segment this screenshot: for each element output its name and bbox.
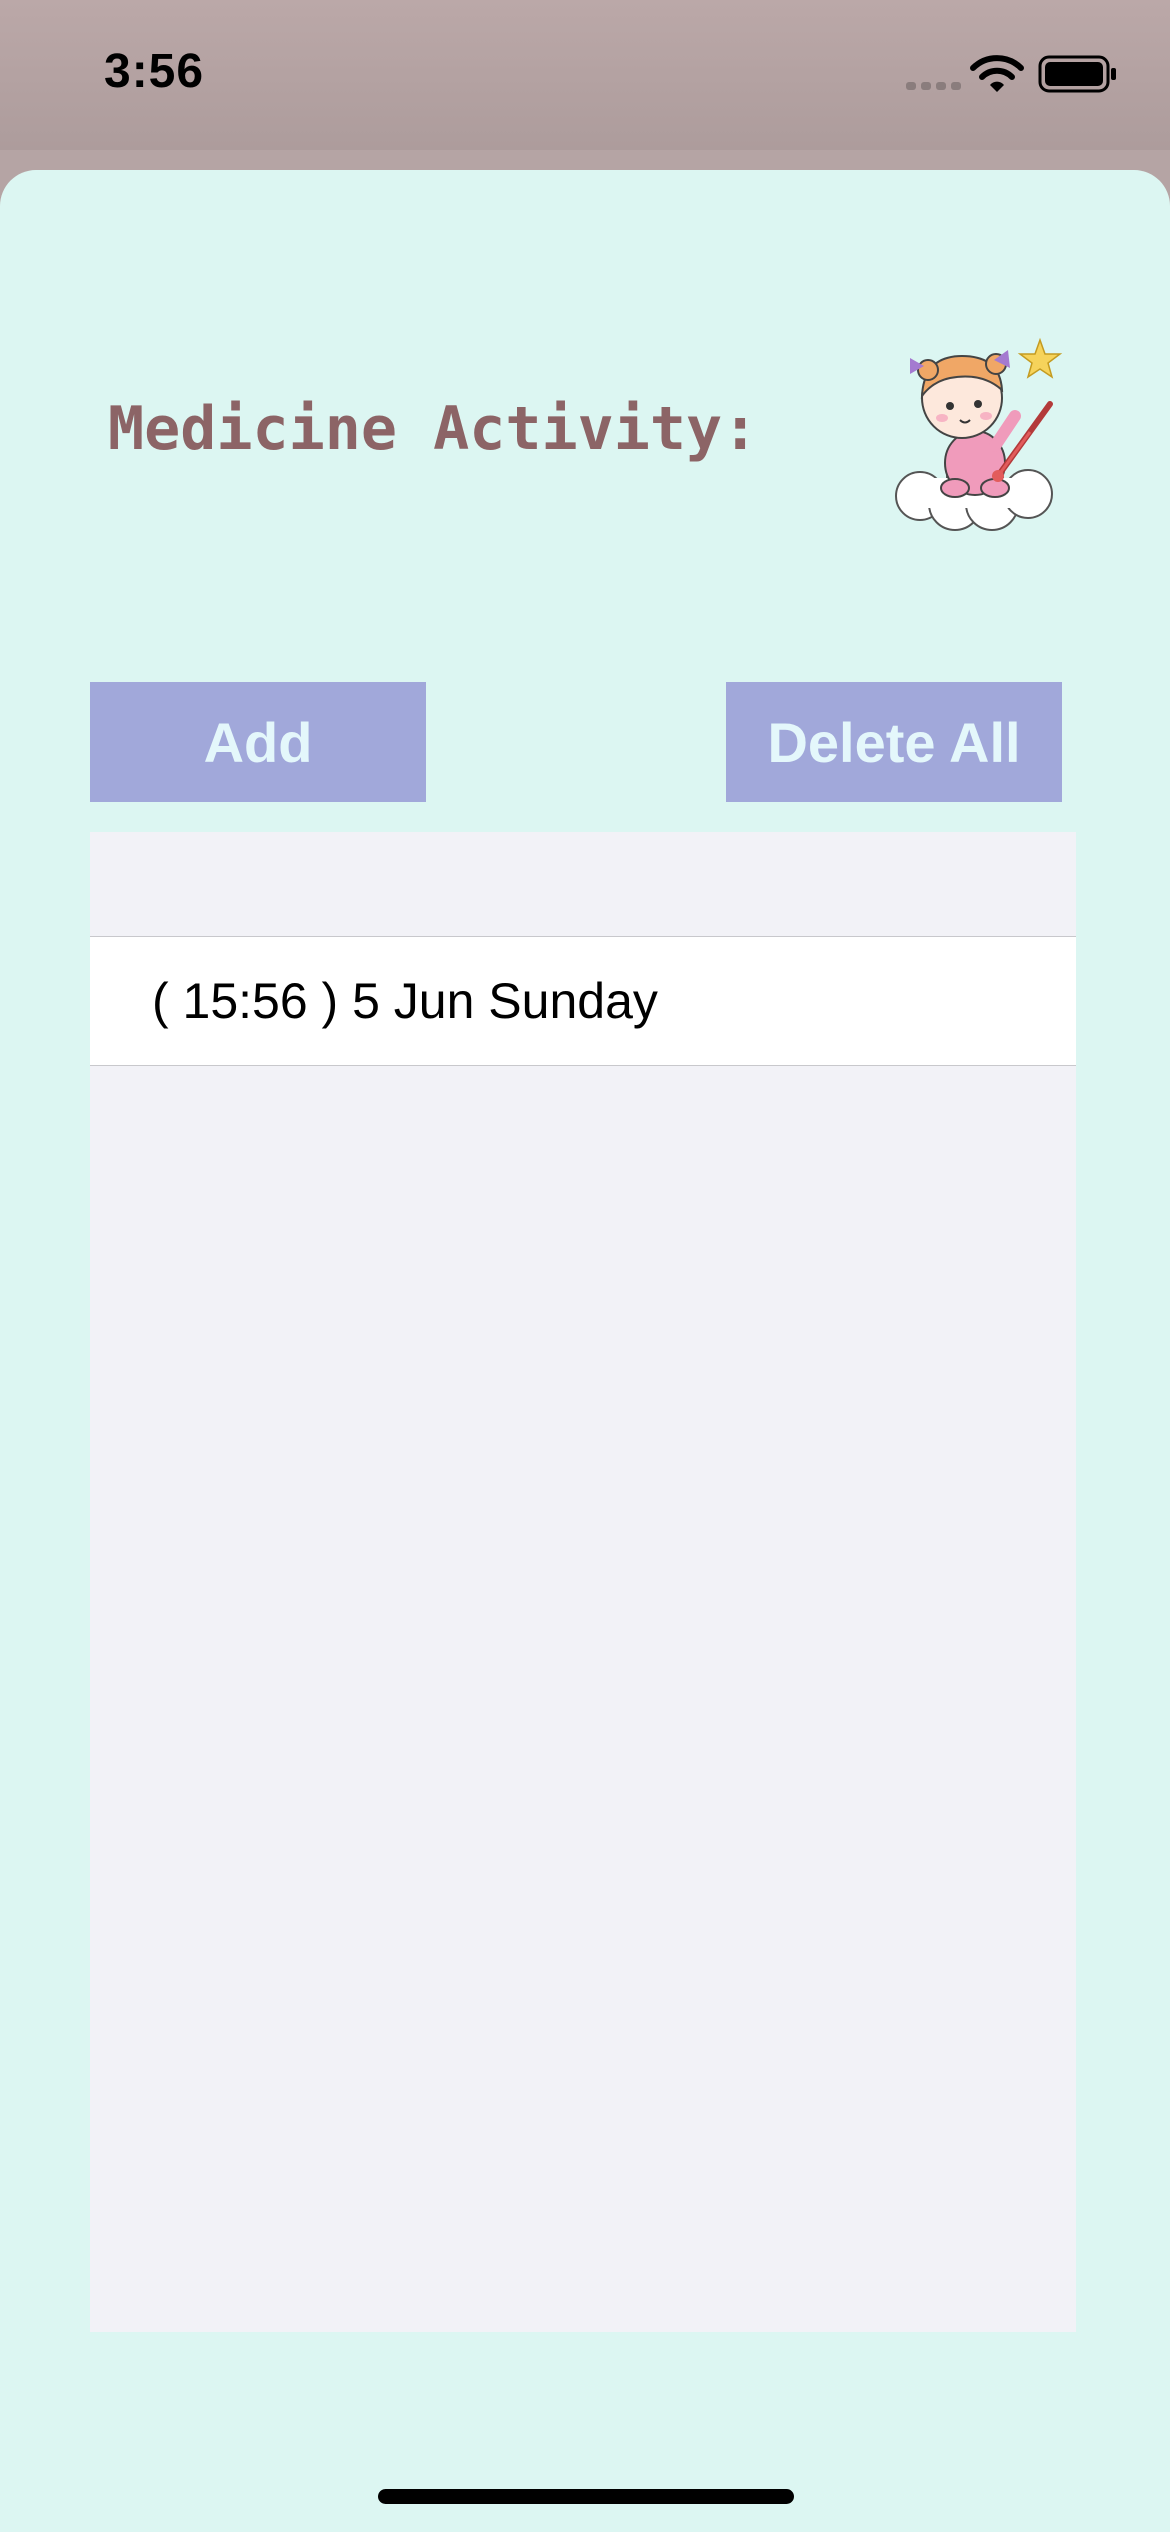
delete-all-button[interactable]: Delete All — [726, 682, 1062, 802]
activity-row-label: ( 15:56 ) 5 Jun Sunday — [152, 973, 658, 1029]
baby-with-thermometer-icon — [895, 337, 1063, 531]
battery-icon — [1038, 55, 1116, 93]
cellular-signal-icon — [906, 82, 961, 90]
add-button[interactable]: Add — [90, 682, 426, 802]
page-title: Medicine Activity: — [108, 394, 759, 464]
activity-row[interactable]: ( 15:56 ) 5 Jun Sunday — [90, 936, 1076, 1066]
activity-table[interactable]: ( 15:56 ) 5 Jun Sunday — [90, 832, 1076, 2332]
wifi-icon — [970, 55, 1024, 92]
status-bar: 3:56 — [0, 0, 1170, 150]
home-indicator[interactable] — [378, 2489, 794, 2504]
status-time: 3:56 — [104, 45, 205, 98]
